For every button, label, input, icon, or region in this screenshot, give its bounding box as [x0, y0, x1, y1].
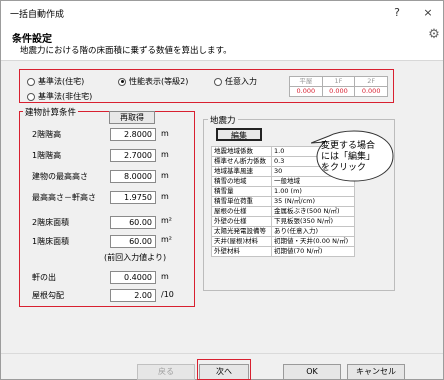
field-label: 最高高さ－軒高さ [32, 193, 96, 202]
radio-performance[interactable]: 性能表示(等級2) [118, 76, 188, 87]
radio-dot-icon [214, 77, 222, 86]
table-row: 積雪単位荷重 35 (N/㎡/cm) [211, 196, 355, 207]
unit-label: m [161, 192, 169, 201]
next-button-highlight [197, 359, 251, 380]
param-key: 積雪単位荷重 [211, 196, 272, 207]
field-label: 建物の最高高さ [32, 172, 88, 181]
param-value: 初期値(70 N/㎡) [271, 246, 355, 257]
height-diff-input[interactable]: 1.9750 [110, 191, 156, 204]
page-subtitle: 地震力における階の床面積に乗ずる数値を算出します。 [20, 46, 232, 56]
field-label: 1階階高 [32, 151, 62, 160]
field-label: 1階床面積 [32, 237, 70, 246]
radio-dot-selected-icon [118, 77, 126, 86]
param-value: 1.00 (m) [271, 186, 355, 197]
param-key: 屋根の仕様 [211, 206, 272, 217]
floor-coef-table: 平屋 1F 2F 0.000 0.000 0.000 [289, 76, 388, 97]
unit-label: m [161, 129, 169, 138]
edit-button[interactable]: 編集 [216, 128, 262, 141]
param-key: 地震地域係数 [211, 146, 272, 157]
callout-line: をクリック [321, 163, 367, 173]
radio-arbitrary[interactable]: 任意入力 [214, 76, 257, 87]
floor2-area-input[interactable]: 60.00 [110, 216, 156, 229]
unit-label: m² [161, 216, 172, 225]
param-value: 35 (N/㎡/cm) [271, 196, 355, 207]
field-label: 2階階高 [32, 130, 62, 139]
callout-line: には「編集」 [321, 152, 376, 162]
radio-label: 性能表示(等級2) [129, 77, 189, 86]
table-row: 外壁の仕様 下見板張(350 N/㎡) [211, 216, 355, 227]
param-value: 下見板張(350 N/㎡) [271, 216, 355, 227]
cancel-button[interactable]: キャンセル [347, 364, 405, 380]
table-row: 屋根の仕様 金属板ぶき(500 N/㎡) [211, 206, 355, 217]
radio-label: 基準法(住宅) [38, 77, 85, 86]
radio-dot-icon [27, 92, 35, 101]
max-height-input[interactable]: 8.0000 [110, 170, 156, 183]
floor-value: 0.000 [321, 86, 356, 97]
param-key: 天井(屋根)材料 [211, 236, 272, 247]
table-row: 積雪量 1.00 (m) [211, 186, 355, 197]
callout-text: 変更する場合 には「編集」 をクリック [321, 141, 393, 174]
param-key: 積雪の地域 [211, 176, 272, 187]
field-label: 軒の出 [32, 273, 56, 282]
param-value: 初期値・天井(0.00 N/㎡) [271, 236, 355, 247]
field-label: 2階床面積 [32, 218, 70, 227]
unit-label: m² [161, 235, 172, 244]
radio-std-nonhouse[interactable]: 基準法(非住宅) [27, 91, 92, 102]
table-row: 天井(屋根)材料 初期値・天井(0.00 N/㎡) [211, 236, 355, 247]
field-label: 屋根勾配 [32, 291, 64, 300]
radio-label: 任意入力 [225, 77, 257, 86]
calc-method-panel: 基準法(住宅) 性能表示(等級2) 任意入力 基準法(非住宅) 平屋 1F 2F… [19, 69, 394, 103]
dialog-window: 一括自動作成 ? × 条件設定 地震力における階の床面積に乗ずる数値を算出します… [0, 0, 444, 380]
close-button[interactable]: × [415, 3, 441, 23]
param-key: 太陽光発電設備等 [211, 226, 272, 237]
table-row: 外壁材料 初期値(70 N/㎡) [211, 246, 355, 257]
building-calc-group: 建物計算条件 再取得 2階階高 2.8000 m 1階階高 2.7000 m 建… [19, 106, 195, 307]
group-label: 地震力 [208, 114, 238, 126]
floor-header: 1F [321, 76, 356, 87]
floor1-height-input[interactable]: 2.7000 [110, 149, 156, 162]
eave-input[interactable]: 0.4000 [110, 271, 156, 284]
param-key: 外壁材料 [211, 246, 272, 257]
roof-pitch-input[interactable]: 2.00 [110, 289, 156, 302]
unit-label: /10 [161, 290, 174, 299]
unit-label: m [161, 150, 169, 159]
radio-label: 基準法(非住宅) [38, 92, 93, 101]
floor-header: 2F [354, 76, 388, 87]
radio-dot-icon [27, 77, 35, 86]
param-key: 標準せん断力係数 [211, 156, 272, 167]
floor2-height-input[interactable]: 2.8000 [110, 128, 156, 141]
floor-header: 平屋 [289, 76, 323, 87]
floor-value: 0.000 [354, 86, 388, 97]
param-key: 外壁の仕様 [211, 216, 272, 227]
param-value: 金属板ぶき(500 N/㎡) [271, 206, 355, 217]
param-value: あり(任意入力) [271, 226, 355, 237]
floor1-area-input[interactable]: 60.00 [110, 235, 156, 248]
floor-value: 0.000 [289, 86, 323, 97]
header-panel: 条件設定 地震力における階の床面積に乗ずる数値を算出します。 ⚙ [1, 25, 443, 61]
back-button[interactable]: 戻る [137, 364, 195, 380]
page-title: 条件設定 [12, 34, 52, 45]
previous-value-note: (前回入力値より) [104, 253, 167, 262]
table-row: 太陽光発電設備等 あり(任意入力) [211, 226, 355, 237]
unit-label: m [161, 171, 169, 180]
unit-label: m [161, 272, 169, 281]
callout-line: 変更する場合 [321, 141, 376, 151]
window-title: 一括自動作成 [10, 10, 65, 20]
gear-icon[interactable]: ⚙ [427, 28, 441, 42]
title-bar: 一括自動作成 ? × [1, 1, 443, 25]
radio-std-house[interactable]: 基準法(住宅) [27, 76, 84, 87]
group-label: 建物計算条件 [23, 106, 79, 118]
help-button[interactable]: ? [384, 3, 410, 23]
param-key: 地域基準風速 [211, 166, 272, 177]
ok-button[interactable]: OK [283, 364, 341, 380]
param-key: 積雪量 [211, 186, 272, 197]
reacquire-button[interactable]: 再取得 [109, 111, 155, 124]
